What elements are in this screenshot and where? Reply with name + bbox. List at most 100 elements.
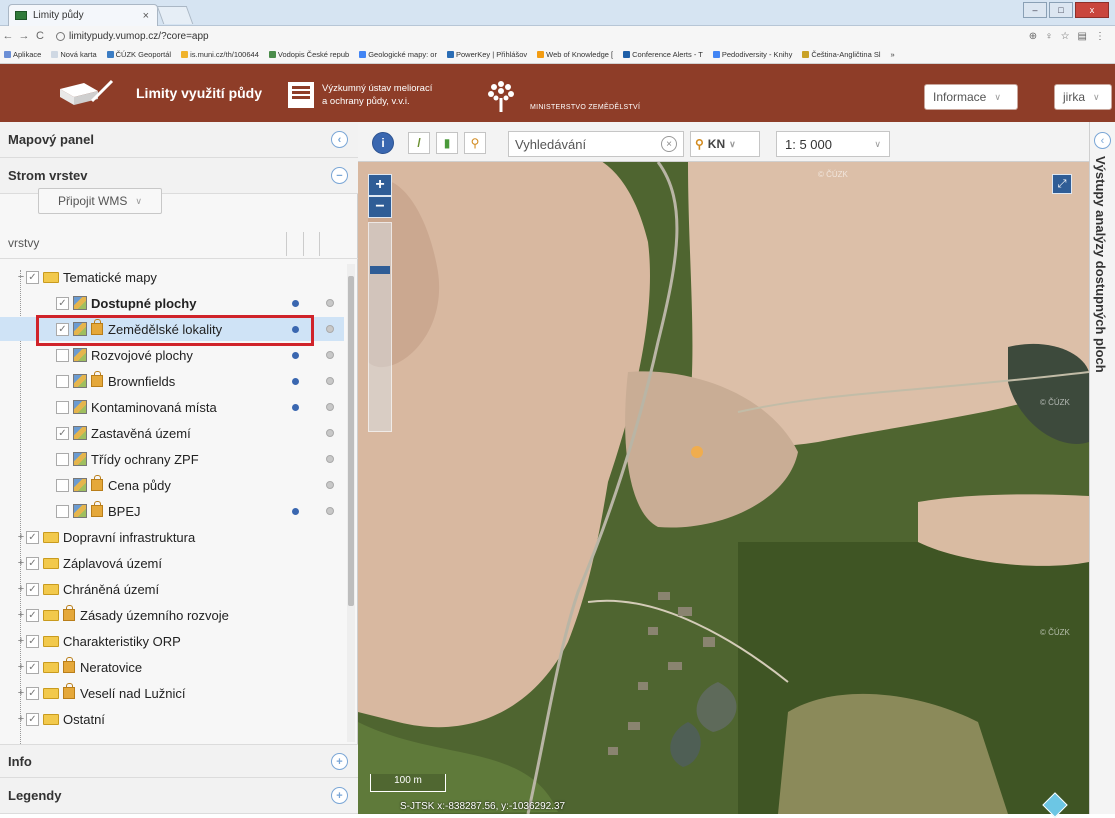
tree-layer-row[interactable]: Brownfields [0,369,344,393]
close-window-button[interactable]: x [1075,2,1109,18]
layer-checkbox[interactable]: ✓ [56,296,69,310]
layer-checkbox[interactable]: ✓ [56,426,69,440]
extension2-icon[interactable]: ▤ [1078,31,1087,42]
layer-info-icon[interactable] [292,403,299,411]
expand-icon[interactable]: + [16,609,26,621]
layer-checkbox[interactable] [56,478,69,492]
zoom-out-button[interactable]: − [368,196,392,218]
map-view[interactable] [358,122,1089,814]
print-tool-button[interactable]: ▮ [436,132,458,154]
zoom-icon[interactable]: ⊕ [1029,31,1037,42]
tree-folder-row[interactable]: + ✓ Ostatní [0,707,344,731]
layer-opacity-icon[interactable] [326,299,334,307]
layer-checkbox[interactable]: ✓ [26,660,39,674]
app-title[interactable]: Limity využití půdy [136,85,262,101]
layer-checkbox[interactable]: ✓ [26,608,39,622]
collapse-section-icon[interactable]: − [331,167,348,184]
layer-opacity-icon[interactable] [326,325,334,333]
collapse-icon[interactable]: − [16,271,26,283]
layer-opacity-icon[interactable] [326,455,334,463]
expand-legend-icon[interactable]: + [331,787,348,804]
layer-info-icon[interactable] [292,377,299,385]
zoom-slider-handle[interactable] [370,266,390,274]
layer-checkbox[interactable] [56,400,69,414]
layer-opacity-icon[interactable] [326,507,334,515]
browser-menu-icon[interactable]: ⋮ [1095,31,1105,42]
tree-layer-row[interactable]: Kontaminovaná místa [0,395,344,419]
layer-info-icon[interactable] [292,507,299,515]
search-input[interactable]: Vyhledávání × [508,131,684,157]
bookmark-item[interactable]: PowerKey | Přihlášov [446,50,527,59]
zoom-slider[interactable] [368,222,392,432]
ministry-name[interactable]: MINISTERSTVO ZEMĚDĚLSTVÍ [530,104,640,111]
tree-folder-row[interactable]: + ✓ Neratovice [0,655,344,679]
layer-opacity-icon[interactable] [326,481,334,489]
expand-icon[interactable]: + [16,661,26,673]
legend-panel-header[interactable]: Legendy + [0,778,358,814]
layer-checkbox[interactable]: ✓ [26,686,39,700]
fullscreen-button[interactable]: ⤢ [1052,174,1072,194]
expand-icon[interactable]: + [16,713,26,725]
layer-checkbox[interactable]: ✓ [26,582,39,596]
layer-opacity-icon[interactable] [326,351,334,359]
bookmark-item[interactable]: ČÚZK Geoportál [106,50,171,59]
url-field[interactable]: limitypudy.vumop.cz/?core=app [56,31,1029,42]
bookmark-star-icon[interactable]: ☆ [1061,31,1070,42]
right-panel-title[interactable]: Výstupy analýzy dostupných ploch [1093,156,1108,396]
layer-info-icon[interactable] [292,299,299,307]
zoom-tool-button[interactable]: ⚲ [464,132,486,154]
layer-opacity-icon[interactable] [326,377,334,385]
map-panel-header[interactable]: Mapový panel ‹ [0,122,358,158]
bookmark-item[interactable]: Nová karta [51,50,97,59]
collapse-panel-icon[interactable]: ‹ [331,131,348,148]
bookmark-item[interactable]: Pedodiversity - Knihy [712,50,792,59]
layer-checkbox[interactable]: ✓ [26,530,39,544]
scale-select[interactable]: 1: 5 000 ∨ [776,131,890,157]
measure-tool-button[interactable]: / [408,132,430,154]
minimize-button[interactable]: – [1023,2,1047,18]
bookmark-item[interactable]: Čeština-Angličtina Sl [802,50,881,59]
bookmark-item[interactable]: Aplikace [4,50,41,59]
expand-icon[interactable]: + [16,557,26,569]
tree-layer-row[interactable]: ✓ Dostupné plochy [0,291,344,315]
back-icon[interactable]: ← [0,30,16,42]
tree-folder-row[interactable]: + ✓ Záplavová území [0,551,344,575]
layer-checkbox[interactable]: ✓ [26,270,39,284]
tree-folder-row[interactable]: + ✓ Zásady územního rozvoje [0,603,344,627]
tree-layer-row[interactable]: BPEJ [0,499,344,523]
vumop-name[interactable]: Výzkumný ústav meliorací a ochrany půdy,… [322,82,472,108]
info-panel-header[interactable]: Info + [0,744,358,778]
tree-layer-row[interactable]: Rozvojové plochy [0,343,344,367]
maximize-button[interactable]: □ [1049,2,1073,18]
extension-icon[interactable]: ♀ [1045,31,1053,42]
tree-folder-row[interactable]: + ✓ Charakteristiky ORP [0,629,344,653]
tree-layer-row[interactable]: Cena půdy [0,473,344,497]
expand-info-icon[interactable]: + [331,753,348,770]
connect-wms-button[interactable]: Připojit WMS ∨ [38,188,162,214]
new-tab-button[interactable] [156,6,194,24]
expand-icon[interactable]: + [16,687,26,699]
tree-scroll-thumb[interactable] [348,276,354,606]
expand-icon[interactable]: + [16,531,26,543]
clear-search-icon[interactable]: × [661,136,677,152]
layer-checkbox[interactable]: ✓ [26,712,39,726]
tree-folder-row[interactable]: − ✓ Tematické mapy [0,265,344,289]
layer-checkbox[interactable] [56,348,69,362]
site-info-icon[interactable] [56,31,65,41]
reload-icon[interactable]: C [32,30,48,42]
bookmark-item[interactable]: Web of Knowledge [ [537,50,613,59]
layer-opacity-icon[interactable] [326,429,334,437]
zoom-in-button[interactable]: + [368,174,392,196]
tree-layer-row[interactable]: Třídy ochrany ZPF [0,447,344,471]
user-dropdown[interactable]: jirka ∨ [1054,84,1112,110]
expand-icon[interactable]: + [16,583,26,595]
layer-checkbox[interactable]: ✓ [26,634,39,648]
layer-checkbox[interactable] [56,374,69,388]
tree-layer-row[interactable]: ✓ Zastavěná území [0,421,344,445]
tab-close-icon[interactable]: × [143,10,149,22]
bookmark-item[interactable]: Conference Alerts - T [623,50,703,59]
bookmark-item[interactable]: is.muni.cz/th/100644 [181,50,259,59]
tree-folder-row[interactable]: + ✓ Veselí nad Lužnicí [0,681,344,705]
tree-folder-row[interactable]: + ✓ Chráněná území [0,577,344,601]
layer-checkbox[interactable] [56,452,69,466]
